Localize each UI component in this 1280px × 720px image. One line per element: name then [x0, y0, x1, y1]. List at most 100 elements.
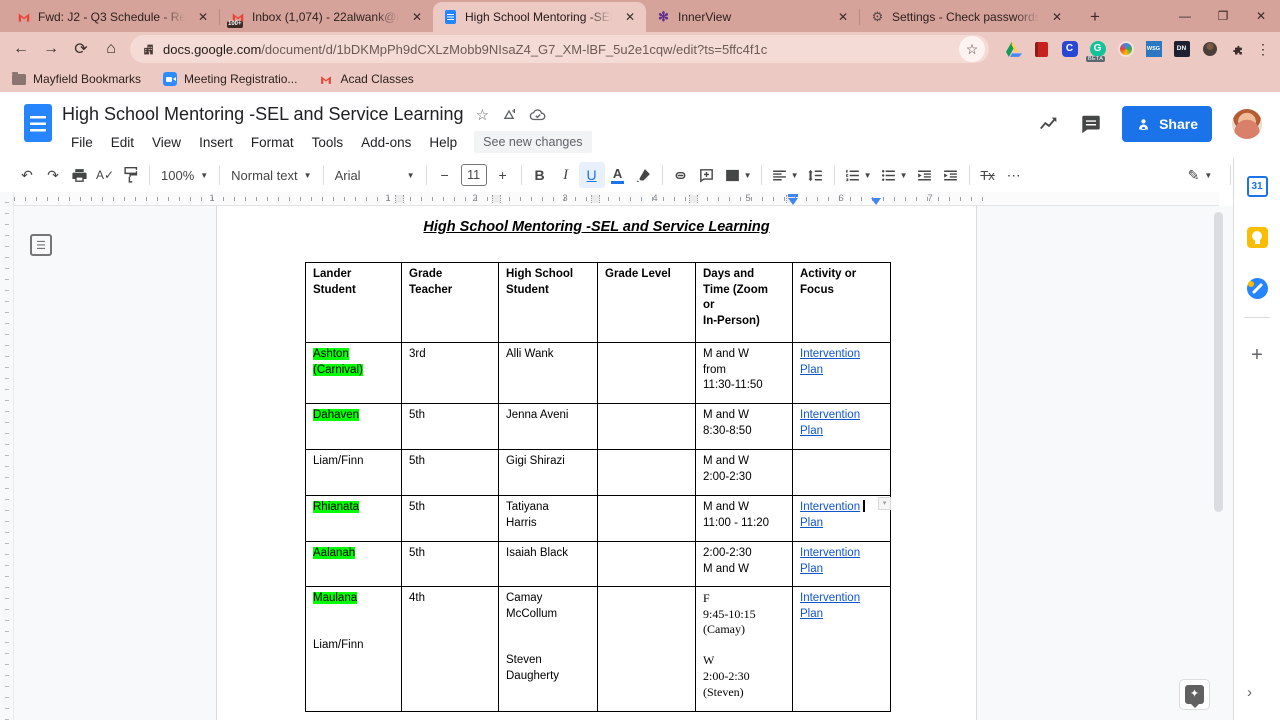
table-cell[interactable]	[598, 404, 696, 450]
menu-help[interactable]: Help	[422, 132, 464, 153]
restore-button[interactable]: ❐	[1204, 9, 1242, 23]
menu-edit[interactable]: Edit	[104, 132, 141, 153]
address-bar[interactable]: docs.google.com/document/d/1bDKMpPh9dCXL…	[130, 35, 989, 63]
table-cell[interactable]: Jenna Aveni	[499, 404, 598, 450]
window-close-button[interactable]: ✕	[1242, 9, 1280, 23]
minimize-button[interactable]: —	[1166, 9, 1204, 23]
account-avatar[interactable]	[1232, 109, 1262, 139]
editing-mode-button[interactable]: ✎▼	[1179, 162, 1221, 188]
table-cell[interactable]: M and Wfrom11:30-11:50	[696, 343, 793, 404]
close-icon[interactable]: ✕	[622, 9, 638, 25]
intervention-plan-link[interactable]: Intervention	[800, 547, 860, 559]
table-cell[interactable]: Gigi Shirazi	[499, 450, 598, 496]
close-icon[interactable]: ✕	[1049, 9, 1065, 25]
table-cell[interactable]: InterventionPlan	[793, 587, 891, 712]
table-cell[interactable]: 4th	[402, 587, 499, 712]
table-cell[interactable]: M and W11:00 - 11:20	[696, 496, 793, 542]
drive-extension-icon[interactable]	[1005, 41, 1022, 58]
font-select[interactable]: Arial▼	[329, 162, 421, 188]
insert-image-button[interactable]: ▼	[720, 162, 756, 188]
insert-link-button[interactable]	[668, 162, 694, 188]
intervention-plan-link[interactable]: Plan	[800, 517, 823, 529]
menu-view[interactable]: View	[145, 132, 188, 153]
underline-button[interactable]: U	[579, 162, 605, 188]
menu-insert[interactable]: Insert	[192, 132, 240, 153]
first-line-indent-marker[interactable]	[788, 198, 798, 205]
see-new-changes-button[interactable]: See new changes	[474, 131, 591, 153]
close-icon[interactable]: ✕	[409, 9, 425, 25]
text-color-button[interactable]: A	[605, 162, 631, 188]
bulleted-list-button[interactable]: ▼	[876, 162, 912, 188]
table-cell[interactable]: 3rd	[402, 343, 499, 404]
highlight-color-button[interactable]	[631, 162, 657, 188]
tab-google-docs-active[interactable]: High School Mentoring -SEL and ✕	[433, 2, 646, 32]
left-indent-marker[interactable]	[788, 194, 798, 197]
profile-extension-icon[interactable]	[1201, 41, 1218, 58]
redo-button[interactable]: ↷	[40, 162, 66, 188]
table-cell[interactable]: Rhianata	[306, 496, 402, 542]
table-cell[interactable]	[793, 450, 891, 496]
vertical-scrollbar[interactable]	[1214, 212, 1223, 512]
tab-gmail-thread[interactable]: Fwd: J2 - Q3 Schedule - Reply Re ✕	[6, 2, 219, 32]
intervention-plan-link[interactable]: Intervention	[800, 409, 860, 421]
intervention-plan-link[interactable]: Intervention	[800, 592, 860, 604]
keep-icon[interactable]	[1247, 227, 1268, 248]
table-cell[interactable]	[598, 542, 696, 587]
right-indent-marker[interactable]	[871, 198, 881, 205]
italic-button[interactable]: I	[553, 162, 579, 188]
new-tab-button[interactable]: +	[1083, 7, 1107, 27]
forward-button[interactable]: →	[36, 35, 66, 63]
table-cell[interactable]: Intervention Plan ▾	[793, 496, 891, 542]
tasks-icon[interactable]	[1247, 278, 1268, 299]
table-cell[interactable]: InterventionPlan	[793, 404, 891, 450]
menu-addons[interactable]: Add-ons	[354, 132, 418, 153]
reload-button[interactable]: ⟳	[66, 35, 96, 63]
table-cell[interactable]: Days andTime (ZoomorIn-Person)	[696, 263, 793, 343]
more-toolbar-options-button[interactable]: ⋯	[1001, 162, 1027, 188]
site-info-icon[interactable]	[142, 43, 155, 56]
explore-button[interactable]: ✦	[1179, 679, 1210, 710]
back-button[interactable]: ←	[6, 35, 36, 63]
table-cell[interactable]: GradeTeacher	[402, 263, 499, 343]
ruler-column-marker[interactable]	[492, 195, 501, 203]
decrease-indent-button[interactable]	[912, 162, 938, 188]
table-cell[interactable]: 2:00-2:30M and W	[696, 542, 793, 587]
table-cell[interactable]: 5th	[402, 496, 499, 542]
ruler-column-marker[interactable]	[591, 195, 600, 203]
increase-font-size-button[interactable]: +	[490, 162, 516, 188]
hide-side-panel-chevron[interactable]: ›	[1247, 684, 1252, 701]
intervention-plan-link[interactable]: Plan	[800, 364, 823, 376]
numbered-list-button[interactable]: ▼	[840, 162, 876, 188]
document-title[interactable]: High School Mentoring -SEL and Service L…	[62, 104, 464, 125]
table-cell[interactable]: TatiyanaHarris	[499, 496, 598, 542]
print-button[interactable]	[66, 162, 92, 188]
bold-button[interactable]: B	[527, 162, 553, 188]
document-page[interactable]: High School Mentoring -SEL and Service L…	[216, 206, 977, 720]
table-cell[interactable]: Intervention Plan	[793, 542, 891, 587]
increase-indent-button[interactable]	[938, 162, 964, 188]
clear-formatting-button[interactable]: Tx	[975, 162, 1001, 188]
bookmark-meeting-registration[interactable]: Meeting Registratio...	[163, 72, 297, 86]
spelling-check-button[interactable]: A✓	[92, 162, 118, 188]
extensions-puzzle-icon[interactable]	[1229, 41, 1246, 58]
globe-extension-icon[interactable]	[1117, 41, 1134, 58]
intervention-plan-link[interactable]: Intervention	[800, 501, 860, 513]
table-cell[interactable]	[598, 450, 696, 496]
table-cell[interactable]: Maulana Liam/Finn	[306, 587, 402, 712]
intervention-plan-link[interactable]: Plan	[800, 563, 823, 575]
line-spacing-button[interactable]	[803, 162, 829, 188]
table-cell-dropdown[interactable]: ▾	[878, 497, 891, 510]
clever-extension-icon[interactable]: C	[1061, 41, 1078, 58]
google-docs-logo[interactable]	[24, 104, 52, 142]
table-cell[interactable]: Activity orFocus	[793, 263, 891, 343]
document-canvas[interactable]: ☰ High School Mentoring -SEL and Service…	[14, 206, 1233, 720]
close-icon[interactable]: ✕	[835, 9, 851, 25]
table-cell[interactable]: 5th	[402, 450, 499, 496]
add-comment-button[interactable]	[694, 162, 720, 188]
align-button[interactable]: ▼	[767, 162, 803, 188]
table-cell[interactable]: Alli Wank	[499, 343, 598, 404]
menu-file[interactable]: File	[64, 132, 100, 153]
table-cell[interactable]	[598, 587, 696, 712]
menu-format[interactable]: Format	[244, 132, 301, 153]
activity-dashboard-icon[interactable]	[1038, 113, 1060, 135]
